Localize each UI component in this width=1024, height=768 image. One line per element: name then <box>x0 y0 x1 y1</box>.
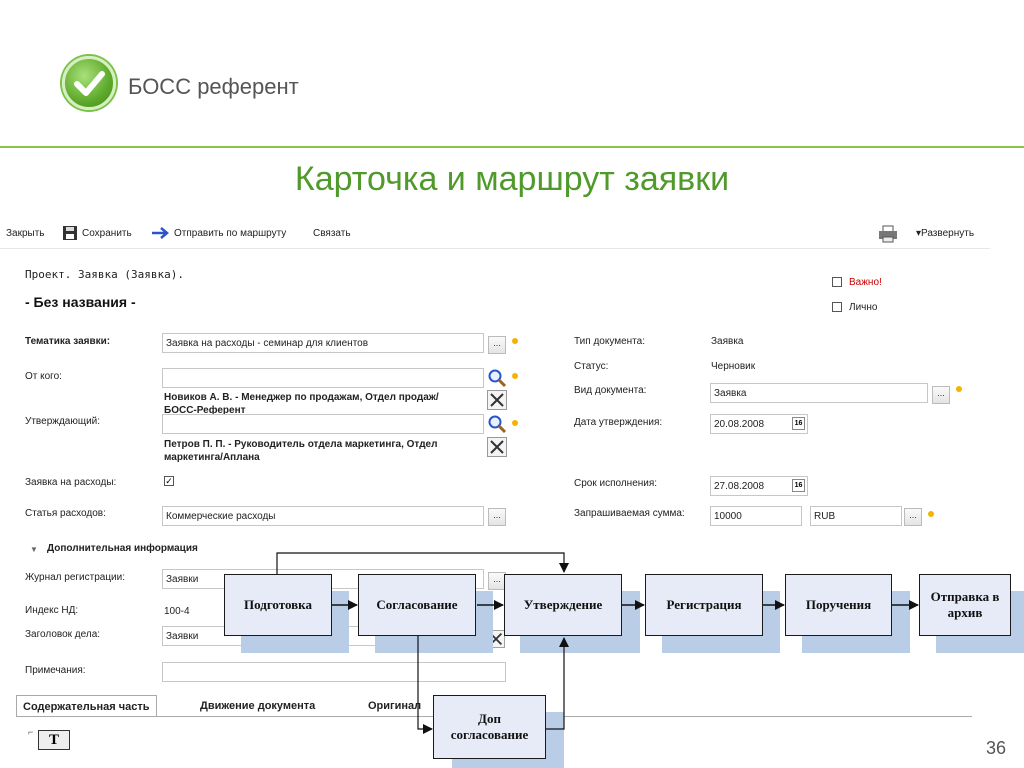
route-step-preparation: Подготовка <box>224 574 332 636</box>
route-step-approval: Утверждение <box>504 574 622 636</box>
arrow-loop-prep-to-approve <box>276 552 569 574</box>
route-step-extra-agreement: Доп согласование <box>433 695 546 759</box>
route-step-orders: Поручения <box>785 574 892 636</box>
route-step-agreement: Согласование <box>358 574 476 636</box>
route-step-archive: Отправка в архив <box>919 574 1011 636</box>
arrow-agree-to-extra <box>417 635 433 734</box>
route-step-registration: Регистрация <box>645 574 763 636</box>
arrow-extra-to-approve <box>546 637 569 730</box>
page-number: 36 <box>986 738 1007 758</box>
route-connectors <box>276 552 919 734</box>
